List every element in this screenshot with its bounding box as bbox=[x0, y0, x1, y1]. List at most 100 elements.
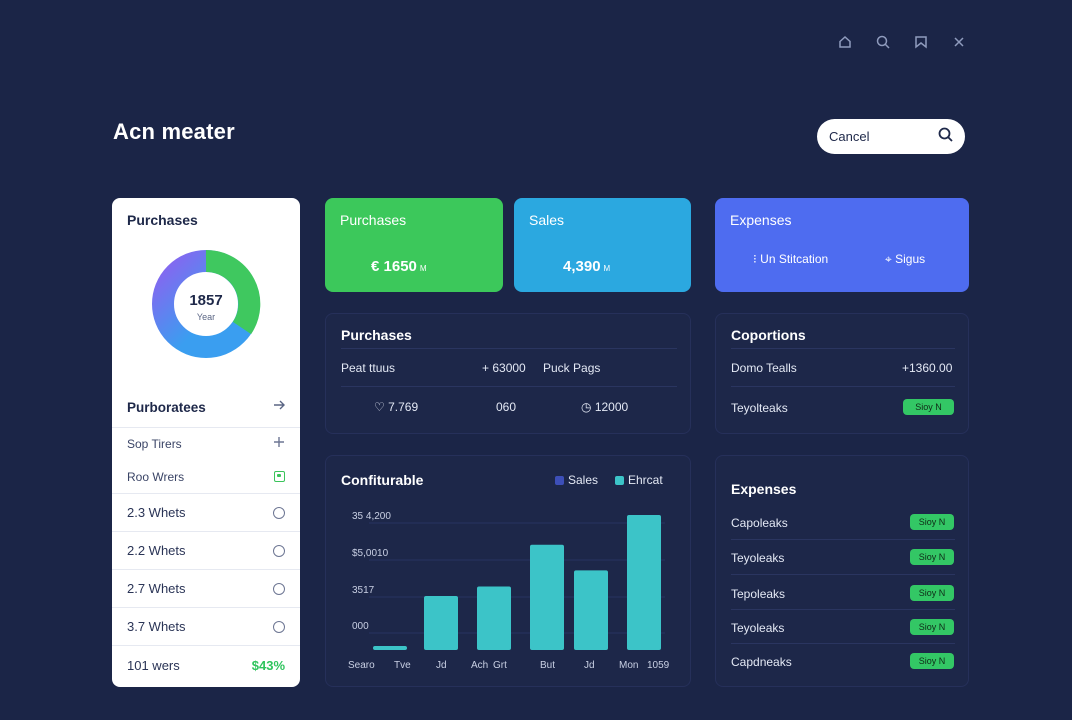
x-tick-label: 1059 bbox=[647, 660, 670, 671]
y-tick-label: 3517 bbox=[352, 585, 375, 596]
expenses-panel: Expenses Capoleaks Sioy N Teyoleaks Sioy… bbox=[715, 455, 969, 687]
bookmark-icon[interactable] bbox=[912, 33, 930, 51]
divider bbox=[341, 348, 677, 349]
row-extra: Puck Pags bbox=[543, 361, 601, 375]
search-icon[interactable] bbox=[874, 33, 892, 51]
row-value: +1360.00 bbox=[902, 361, 953, 375]
list-item[interactable]: 2.7 Whets bbox=[112, 569, 300, 607]
radio-button[interactable] bbox=[273, 506, 285, 519]
heart-icon: ♡ bbox=[374, 400, 385, 414]
expenses-option[interactable]: ⌖ Sigus bbox=[885, 252, 925, 267]
app-title: Acn meater bbox=[113, 119, 235, 144]
panel-title: Expenses bbox=[731, 481, 797, 497]
purchases-donut-chart: 1857 Year bbox=[150, 248, 262, 360]
status-pill[interactable]: Sioy N bbox=[910, 514, 954, 530]
x-tick-label: Grt bbox=[493, 660, 507, 671]
x-tick-label: But bbox=[540, 660, 555, 671]
divider bbox=[731, 386, 955, 387]
y-tick-label: $5,0010 bbox=[352, 548, 389, 559]
bar-3 bbox=[424, 596, 458, 650]
divider bbox=[731, 539, 955, 540]
list-item-label: 3.7 Whets bbox=[127, 619, 186, 634]
row-label: Peat ttuus bbox=[341, 361, 396, 375]
card-value: € 1650 M bbox=[371, 258, 427, 275]
divider bbox=[731, 643, 955, 644]
bar-6 bbox=[574, 570, 608, 650]
purchases-side-panel: Purchases 1857 Year Purboratees Sop Tire… bbox=[112, 198, 300, 687]
card-value: 4,390 M bbox=[563, 258, 611, 275]
clock-icon: ◷ bbox=[581, 400, 592, 414]
percent-value: $43% bbox=[251, 658, 285, 673]
row-value: + 63000 bbox=[482, 361, 526, 375]
status-pill[interactable]: Sioy N bbox=[903, 399, 954, 415]
card-title: Expenses bbox=[730, 212, 792, 228]
list-item-label: 2.7 Whets bbox=[127, 581, 186, 596]
checkbox[interactable] bbox=[274, 471, 285, 482]
list-item-label: 2.3 Whets bbox=[127, 505, 186, 520]
bar-chart: 35 4,200 $5,0010 3517 000 Searo Tve Jd Ach Grt Bu… bbox=[348, 511, 670, 671]
tag-icon: ⌖ bbox=[885, 252, 896, 266]
panel-title: Coportions bbox=[731, 327, 806, 343]
stat-c: ◷ 12000 bbox=[581, 400, 629, 414]
x-tick-label: Searo bbox=[348, 660, 375, 671]
expense-label: Teyoleaks bbox=[731, 551, 785, 565]
y-tick-label: 35 4,200 bbox=[352, 511, 391, 522]
divider bbox=[731, 574, 955, 575]
section-title: Purboratees bbox=[127, 400, 206, 415]
radio-button[interactable] bbox=[273, 620, 285, 633]
radio-button[interactable] bbox=[273, 582, 285, 595]
card-title: Purchases bbox=[340, 212, 407, 228]
expenses-card[interactable]: Expenses ⁝ Un Stitcation ⌖ Sigus bbox=[715, 198, 969, 292]
stat-a: ♡ 7.769 bbox=[374, 400, 419, 414]
list-item-label: Roo Wrers bbox=[127, 469, 185, 484]
search-icon[interactable] bbox=[938, 127, 953, 147]
coportions-panel: Coportions Domo Tealls +1360.00 Teyoltea… bbox=[715, 313, 969, 434]
panel-title: Purchases bbox=[341, 327, 412, 343]
side-panel-title: Purchases bbox=[127, 212, 198, 228]
list-item[interactable]: 2.2 Whets bbox=[112, 531, 300, 569]
x-tick-label: Jd bbox=[436, 660, 447, 671]
search-box[interactable] bbox=[817, 119, 965, 154]
divider bbox=[341, 386, 677, 387]
window-controls bbox=[836, 33, 968, 51]
list-item[interactable]: 2.3 Whets bbox=[112, 493, 300, 531]
list-item-label: 101 wers bbox=[127, 658, 180, 673]
x-tick-label: Tve bbox=[394, 660, 411, 671]
list-item[interactable]: 3.7 Whets bbox=[112, 607, 300, 645]
row-label: Domo Tealls bbox=[731, 361, 797, 375]
expense-label: Tepoleaks bbox=[731, 587, 786, 601]
expense-label: Capdneaks bbox=[731, 655, 792, 669]
donut-sub-label: Year bbox=[196, 312, 216, 322]
sales-card[interactable]: Sales 4,390 M bbox=[514, 198, 691, 292]
status-pill[interactable]: Sioy N bbox=[910, 653, 954, 669]
y-tick-label: 000 bbox=[352, 621, 369, 632]
list-item[interactable]: Sop Tirers bbox=[112, 427, 300, 460]
list-item[interactable]: 101 wers $43% bbox=[112, 645, 300, 685]
donut-value: 1857 bbox=[189, 292, 223, 309]
x-tick-label: Jd bbox=[584, 660, 595, 671]
row-label: Teyolteaks bbox=[731, 401, 788, 415]
list-item[interactable]: Roo Wrers bbox=[112, 460, 300, 493]
radio-button[interactable] bbox=[273, 544, 285, 557]
arrow-right-icon[interactable] bbox=[272, 398, 286, 417]
home-icon[interactable] bbox=[836, 33, 854, 51]
close-icon[interactable] bbox=[950, 33, 968, 51]
purchases-card[interactable]: Purchases € 1650 M bbox=[325, 198, 503, 292]
x-tick-label: Ach bbox=[471, 660, 488, 671]
expense-label: Capoleaks bbox=[731, 516, 788, 530]
divider bbox=[731, 609, 955, 610]
card-title: Sales bbox=[529, 212, 565, 228]
status-pill[interactable]: Sioy N bbox=[910, 549, 954, 565]
status-pill[interactable]: Sioy N bbox=[910, 585, 954, 601]
status-pill[interactable]: Sioy N bbox=[910, 619, 954, 635]
list-item-label: Sop Tirers bbox=[127, 437, 182, 451]
plus-icon[interactable] bbox=[273, 435, 285, 453]
divider bbox=[731, 348, 955, 349]
x-tick-label: Mon bbox=[619, 660, 638, 671]
list-item-label: 2.2 Whets bbox=[127, 543, 186, 558]
search-input[interactable] bbox=[829, 129, 925, 144]
purchases-panel: Purchases Peat ttuus + 63000 Puck Pags ♡… bbox=[325, 313, 691, 434]
expense-label: Teyoleaks bbox=[731, 621, 785, 635]
bar-5 bbox=[530, 544, 564, 650]
expenses-option[interactable]: ⁝ Un Stitcation bbox=[753, 252, 828, 266]
